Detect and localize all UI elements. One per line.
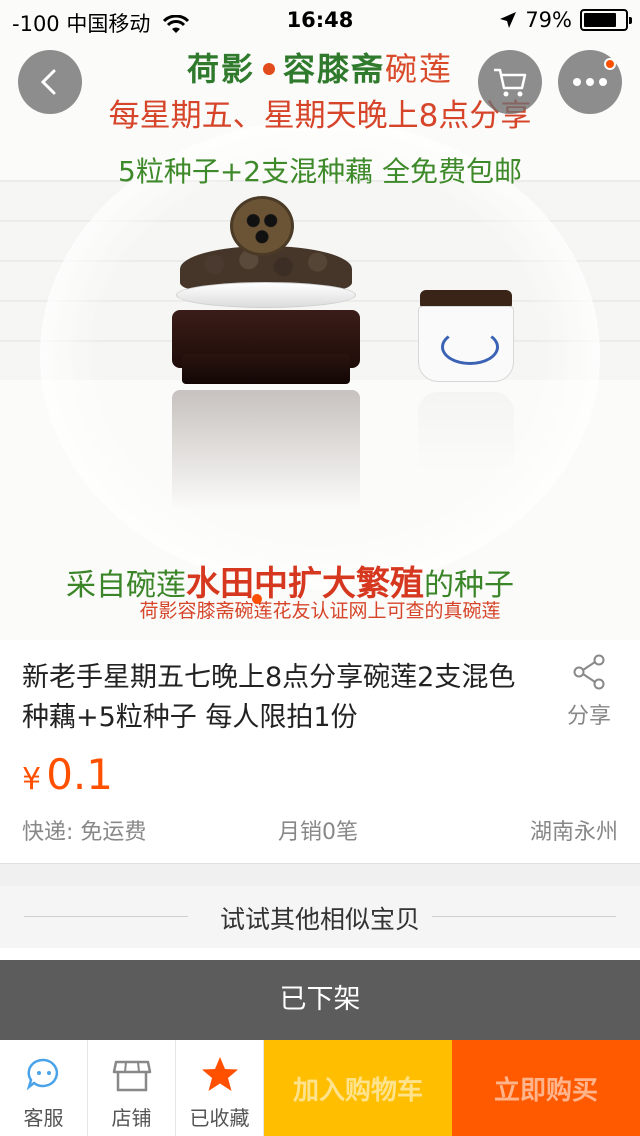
price: ¥ 0.1 [22, 750, 113, 799]
price-value: 0.1 [46, 750, 113, 799]
ship-location: 湖南永州 [529, 820, 618, 845]
back-button[interactable] [18, 50, 82, 114]
status-right: 79% [499, 8, 632, 32]
shop-label: 店铺 [111, 1106, 152, 1130]
product-info: 新老手星期五七晚上8点分享碗莲2支混色种藕+5粒种子 每人限拍1份 分享 ¥ 0… [0, 640, 640, 864]
image-brand-dot [262, 63, 275, 75]
image-brand-text-3: 碗莲 [385, 50, 454, 88]
shop-icon [112, 1060, 151, 1092]
image-schedule-line: 每星期五、星期天晚上8点分享 [108, 98, 532, 134]
bottom-action-bar: 客服 店铺 已收藏 加入购物车 立即购买 [0, 1040, 640, 1136]
image-brand-text-2: 容膝斋 [282, 50, 385, 88]
image-brand-text-1: 荷影 [186, 50, 255, 88]
shipping-info: 快递: 免运费 [22, 820, 147, 845]
monthly-sales: 月销0笔 [278, 820, 358, 845]
image-cert-line: 荷影容膝斋碗莲花友认证网上可查的真碗莲 [139, 600, 501, 622]
buy-now-button[interactable]: 立即购买 [452, 1040, 640, 1136]
product-image[interactable]: 荷影 容膝斋碗莲 每星期五、星期天晚上8点分享 5粒种子+2支混种藕 全免费包邮 … [0, 0, 640, 640]
customer-service-button[interactable]: 客服 [0, 1040, 88, 1136]
image-pager-dot [252, 594, 262, 604]
favorite-button[interactable]: 已收藏 [176, 1040, 264, 1136]
battery-fill [584, 13, 616, 27]
more-button[interactable] [558, 50, 622, 114]
image-brand-line: 荷影 容膝斋碗莲 [0, 44, 640, 90]
shop-button[interactable]: 店铺 [88, 1040, 176, 1136]
image-offer-line: 5粒种子+2支混种藕 全免费包邮 [118, 155, 522, 188]
more-dots-icon [573, 78, 607, 86]
status-bar: -100 中国移动 16:48 79% [0, 0, 640, 40]
location-arrow-icon [500, 12, 517, 28]
product-meta: 快递: 免运费 月销0笔 湖南永州 [22, 814, 618, 845]
cart-icon [494, 68, 527, 97]
chevron-left-icon [40, 69, 56, 95]
customer-service-icon [26, 1058, 58, 1091]
price-currency: ¥ [22, 762, 42, 797]
customer-service-label: 客服 [23, 1106, 64, 1130]
similar-items-label: 试试其他相似宝贝 [219, 905, 420, 934]
share-label: 分享 [566, 704, 611, 729]
similar-items-header: 试试其他相似宝贝 [0, 886, 640, 948]
off-shelf-banner: 已下架 [0, 960, 640, 1040]
cart-button[interactable] [478, 50, 542, 114]
share-icon [573, 654, 605, 690]
star-icon [201, 1057, 238, 1091]
favorite-label: 已收藏 [189, 1106, 250, 1130]
divider-right [432, 916, 616, 917]
image-vignette [40, 120, 600, 590]
battery-icon [580, 9, 632, 31]
add-to-cart-button[interactable]: 加入购物车 [264, 1040, 452, 1136]
notification-dot [604, 58, 616, 70]
share-button[interactable]: 分享 [554, 654, 624, 730]
product-title: 新老手星期五七晚上8点分享碗莲2支混色种藕+5粒种子 每人限拍1份 [22, 662, 516, 733]
battery-percent: 79% [525, 8, 572, 32]
